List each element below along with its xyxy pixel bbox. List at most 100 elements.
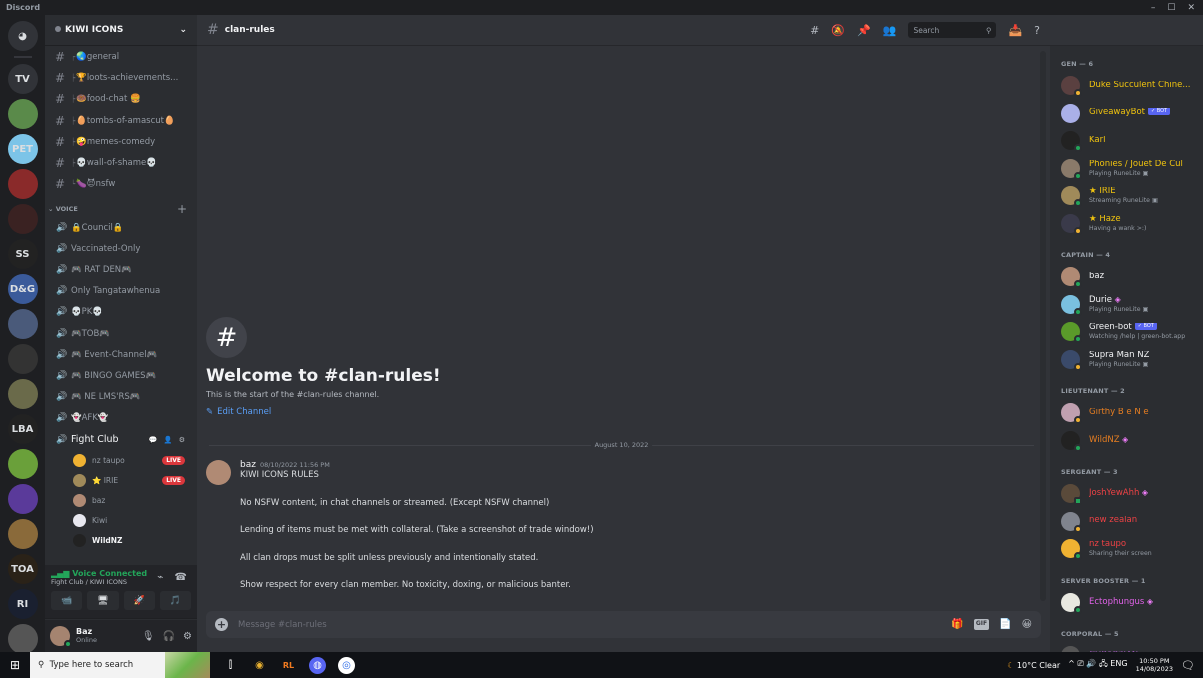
voice-channel[interactable]: 🔊 🔒Council🔒 xyxy=(45,217,197,238)
member-item[interactable]: Duke Succulent Chine... xyxy=(1061,72,1203,100)
server-icon[interactable]: TOA xyxy=(7,554,38,584)
member-item[interactable]: Girthy B e N e xyxy=(1061,399,1203,427)
channel-actions[interactable]: 💬 👤 ⚙ xyxy=(149,436,197,444)
text-channel[interactable]: # ┝ 🍩 food-chat 🍔 xyxy=(45,89,197,110)
avatar[interactable] xyxy=(50,626,72,648)
microphone-icon[interactable]: 🎙 xyxy=(142,631,155,642)
server-icon[interactable]: LBA xyxy=(7,414,38,444)
attach-plus-icon[interactable]: + xyxy=(215,618,228,631)
sticker-icon[interactable]: 📄 xyxy=(999,619,1011,630)
text-channel[interactable]: # ┝ 💀 wall-of-shame💀 xyxy=(45,152,197,173)
voice-category[interactable]: ⌄ VOICE + xyxy=(45,201,197,217)
voice-channel[interactable]: 🔊 🎮 RAT DEN🎮 xyxy=(45,259,197,280)
message-input[interactable] xyxy=(238,619,952,630)
close-button[interactable]: ✕ xyxy=(1187,3,1195,13)
member-list-icon[interactable]: 👥 xyxy=(883,24,897,37)
server-icon[interactable] xyxy=(7,309,38,339)
member-item[interactable]: CHR187IAN xyxy=(1061,642,1203,652)
voice-channel-fight-club[interactable]: 🔊 Fight Club 💬 👤 ⚙ xyxy=(45,429,197,450)
member-item[interactable]: GiveawayBot ✓ BOT xyxy=(1061,100,1203,128)
voice-status[interactable]: ▂▄▆ Voice Connected xyxy=(51,569,147,578)
server-icon[interactable] xyxy=(7,169,38,199)
task-view-icon[interactable]: ⫿ xyxy=(222,657,239,674)
taskbar-search[interactable]: ⚲ Type here to search xyxy=(30,652,210,678)
gear-icon[interactable]: ⚙ xyxy=(183,631,192,642)
chevron-down-icon[interactable]: ⌄ xyxy=(179,25,187,35)
voice-user[interactable]: nz taupo LIVE xyxy=(45,450,197,470)
pin-icon[interactable]: 📌 xyxy=(857,24,871,37)
member-item[interactable]: JoshYewAhh ◈ xyxy=(1061,480,1203,508)
voice-channel[interactable]: 🔊 Vaccinated-Only xyxy=(45,238,197,259)
member-item[interactable]: ★ Haze Having a wank >:) xyxy=(1061,210,1203,238)
screen-share-button[interactable]: 🖥 xyxy=(87,591,119,610)
voice-user[interactable]: ⭐ IRIE LIVE xyxy=(45,470,197,490)
member-item[interactable]: Durie ◈ Playing RuneLite ▣ xyxy=(1061,291,1203,319)
windows-start-icon[interactable]: ⊞ xyxy=(0,658,30,672)
server-icon[interactable] xyxy=(7,379,38,409)
voice-channel[interactable]: 🔊 🎮 Event-Channel🎮 xyxy=(45,344,197,365)
app-icon[interactable]: ◎ xyxy=(338,656,355,674)
edit-channel-link[interactable]: ✎ Edit Channel xyxy=(206,407,441,417)
emoji-icon[interactable]: 😀 xyxy=(1022,619,1032,630)
runelite-icon[interactable]: RL xyxy=(280,657,297,674)
soundboard-button[interactable]: 🎵 xyxy=(159,591,191,610)
mute-icon[interactable]: 🔕 xyxy=(831,24,845,37)
voice-channel[interactable]: 🔊 🎮TOB🎮 xyxy=(45,323,197,344)
chrome-icon[interactable]: ◉ xyxy=(251,657,268,674)
member-item[interactable]: nz taupo Sharing their screen xyxy=(1061,535,1203,563)
server-icon[interactable]: ◕ xyxy=(7,21,38,51)
voice-channel[interactable]: 🔊 🎮 BINGO GAMES🎮 xyxy=(45,365,197,386)
member-item[interactable]: Karl xyxy=(1061,127,1203,155)
member-item[interactable]: Ectophungus ◈ xyxy=(1061,589,1203,617)
text-channel[interactable]: # ┝ 🏆 loots-achievements... xyxy=(45,67,197,88)
server-icon[interactable]: PET xyxy=(7,134,38,164)
weather-widget[interactable]: ☾ 10°C Clear xyxy=(1007,661,1060,670)
text-channel[interactable]: # ┝ 🥚 tombs-of-amascut🥚 xyxy=(45,110,197,131)
member-item[interactable]: WildNZ ◈ xyxy=(1061,427,1203,455)
server-icon[interactable]: TV xyxy=(7,64,38,94)
threads-icon[interactable]: # xyxy=(810,24,819,37)
help-icon[interactable]: ? xyxy=(1034,24,1040,37)
voice-location[interactable]: Fight Club / KIWI ICONS xyxy=(51,578,147,586)
voice-user[interactable]: Kiwi xyxy=(45,510,197,530)
text-channel[interactable]: # ┝ 🤪 memes-comedy xyxy=(45,131,197,152)
server-icon[interactable] xyxy=(7,484,38,514)
voice-channel[interactable]: 🔊 👻AFK👻 xyxy=(45,408,197,429)
member-item[interactable]: baz xyxy=(1061,263,1203,291)
server-icon[interactable] xyxy=(7,519,38,549)
server-icon[interactable] xyxy=(7,344,38,374)
member-item[interactable]: new zealan xyxy=(1061,508,1203,536)
member-item[interactable]: ★ IRIE Streaming RuneLite ▣ xyxy=(1061,182,1203,210)
maximize-button[interactable]: ☐ xyxy=(1167,3,1175,13)
scrollbar[interactable] xyxy=(1040,51,1046,601)
notifications-icon[interactable]: 🗨 xyxy=(1181,659,1195,672)
voice-channel[interactable]: 🔊 💀PK💀 xyxy=(45,302,197,323)
clock[interactable]: 10:50 PM 14/08/2023 xyxy=(1136,657,1173,674)
server-icon[interactable] xyxy=(7,99,38,129)
add-channel-icon[interactable]: + xyxy=(177,202,187,216)
server-icon[interactable]: D&G xyxy=(7,274,38,304)
avatar[interactable] xyxy=(206,460,231,485)
voice-channel[interactable]: 🔊 Only Tangatawhenua xyxy=(45,281,197,302)
guild-header[interactable]: KIWI ICONS ⌄ xyxy=(45,15,197,46)
search-input[interactable]: Search ⚲ xyxy=(908,22,997,38)
camera-button[interactable]: 📹 xyxy=(51,591,83,610)
activity-button[interactable]: 🚀 xyxy=(123,591,155,610)
voice-user[interactable]: baz xyxy=(45,490,197,510)
gif-icon[interactable]: GIF xyxy=(973,619,990,630)
member-item[interactable]: Supra Man NZ Playing RuneLite ▣ xyxy=(1061,346,1203,374)
voice-user[interactable]: WildNZ xyxy=(45,530,197,550)
noise-disconnect-icons[interactable]: ⌁ ☎ xyxy=(157,572,191,583)
member-item[interactable]: Green-bot ✓ BOT Watching /help | green-bot… xyxy=(1061,318,1203,346)
gift-icon[interactable]: 🎁 xyxy=(951,619,963,630)
discord-taskbar-icon[interactable]: ◍ xyxy=(309,656,326,674)
minimize-button[interactable]: – xyxy=(1151,3,1156,13)
server-icon[interactable] xyxy=(7,204,38,234)
server-icon[interactable] xyxy=(7,449,38,479)
headphones-icon[interactable]: 🎧 xyxy=(163,631,175,642)
message-author[interactable]: baz xyxy=(240,460,256,470)
text-channel[interactable]: # ┍ 🌏 general xyxy=(45,46,197,67)
voice-channel[interactable]: 🔊 🎮 NE LMS'RS🎮 xyxy=(45,387,197,408)
server-icon[interactable] xyxy=(7,624,38,652)
text-channel[interactable]: # ┕ 🍆😈 nsfw xyxy=(45,174,197,195)
